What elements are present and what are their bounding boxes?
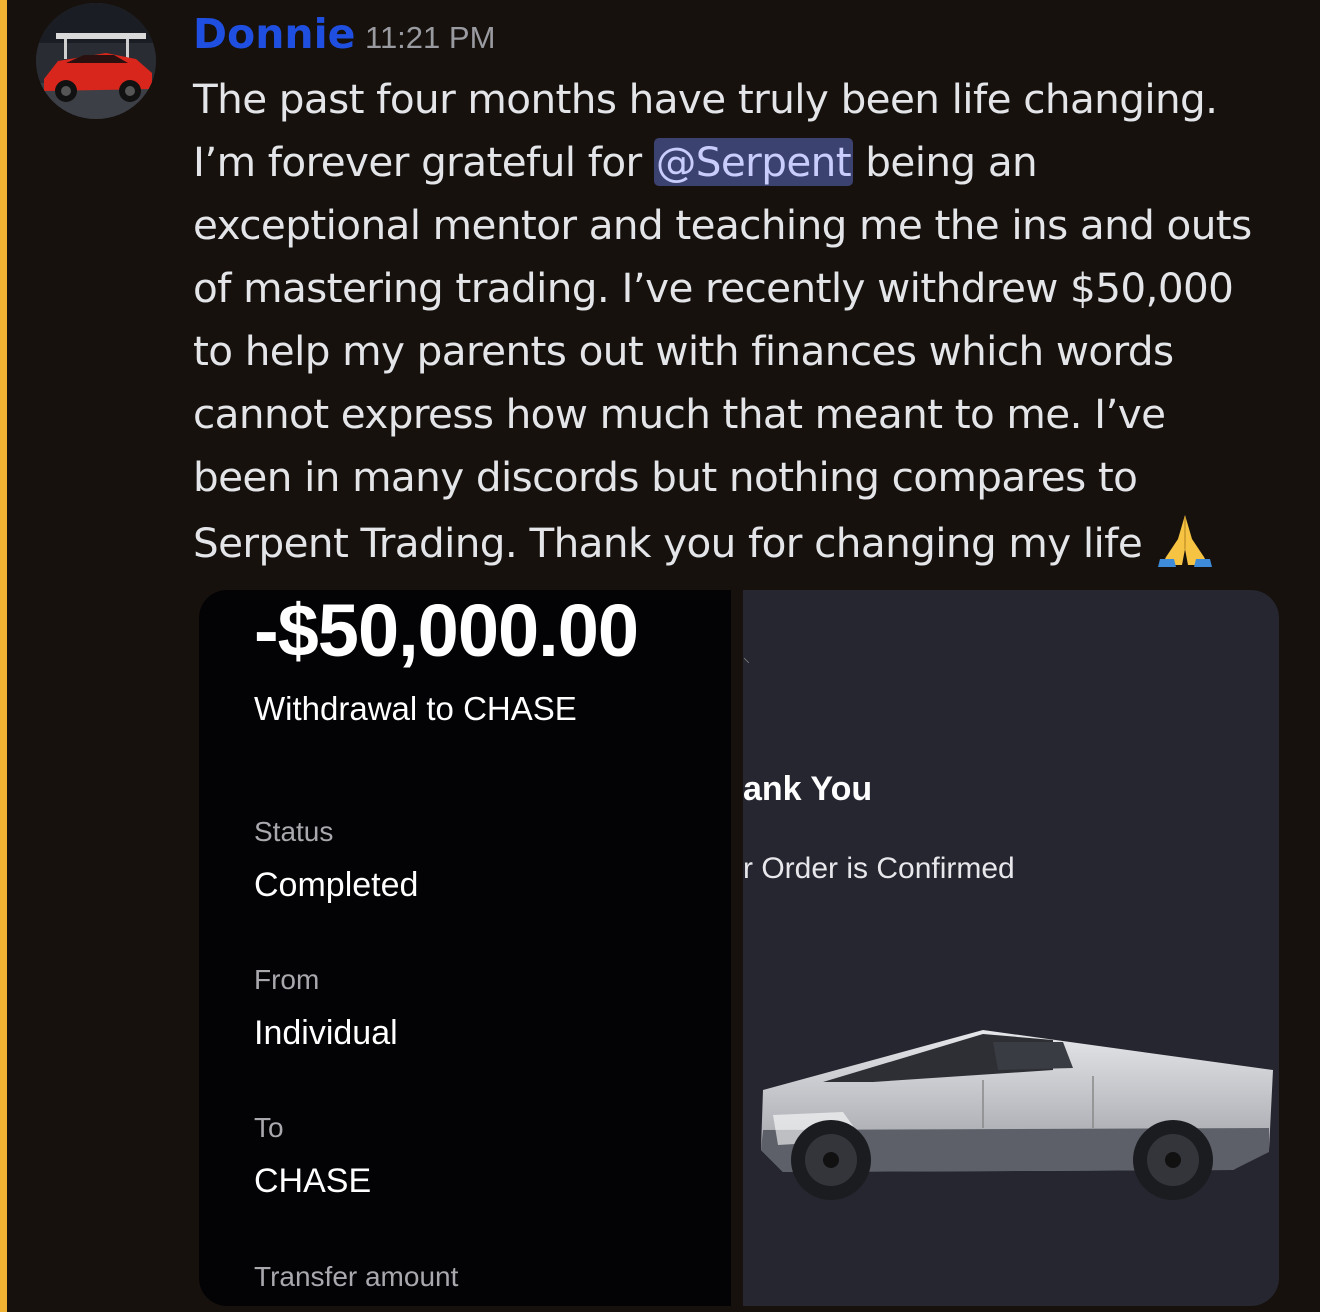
status-value: Completed	[254, 866, 419, 904]
from-label: From	[254, 964, 320, 995]
user-mention[interactable]: @Serpent	[653, 138, 854, 186]
order-confirmation-screenshot[interactable]: ⸜ ank You r Order is Confirmed	[743, 590, 1279, 1306]
folded-hands-icon	[1154, 509, 1216, 569]
status-label: Status	[254, 816, 334, 847]
order-confirmed-text: r Order is Confirmed	[743, 852, 1015, 885]
withdrawal-title: Withdrawal to CHASE	[254, 690, 577, 727]
message-content: The past four months have truly been lif…	[193, 68, 1293, 575]
cropped-mark: ⸜	[743, 650, 750, 666]
avatar[interactable]	[36, 3, 156, 119]
withdrawal-screenshot[interactable]: -$50,000.00 Withdrawal to CHASE Status C…	[199, 590, 731, 1306]
message-timestamp: 11:21 PM	[365, 20, 496, 55]
message-text-after: being an exceptional mentor and teaching…	[193, 138, 1252, 567]
thank-you-heading: ank You	[743, 770, 873, 808]
from-value: Individual	[254, 1014, 398, 1052]
message-highlight-bar	[0, 0, 7, 1312]
author-name[interactable]: Donnie	[193, 10, 355, 58]
withdrawal-amount: -$50,000.00	[254, 590, 639, 672]
to-value: CHASE	[254, 1162, 372, 1200]
image-attachments[interactable]: -$50,000.00 Withdrawal to CHASE Status C…	[199, 590, 1279, 1306]
to-label: To	[254, 1112, 284, 1143]
cybertruck-image	[761, 1030, 1273, 1200]
avatar-car-image	[36, 3, 156, 119]
transfer-amount-label: Transfer amount	[254, 1261, 459, 1292]
